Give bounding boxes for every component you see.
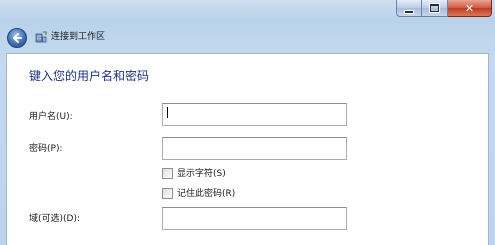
password-label: 密码(P): xyxy=(29,144,63,154)
nav-title: 连接到工作区 xyxy=(51,32,106,42)
remember-password-label: 记住此密码(R) xyxy=(177,188,236,199)
domain-label: 域(可选)(D): xyxy=(29,214,81,224)
username-input[interactable] xyxy=(162,103,347,126)
show-chars-checkbox-row[interactable]: 显示字符(S) xyxy=(162,167,226,180)
caption-buttons: ✕ xyxy=(396,0,492,18)
password-input[interactable] xyxy=(162,137,347,160)
maximize-icon xyxy=(430,4,439,12)
workplace-connection-icon xyxy=(35,31,47,43)
back-button[interactable] xyxy=(7,28,27,48)
minimize-icon xyxy=(405,10,413,13)
close-icon: ✕ xyxy=(464,1,475,15)
username-label: 用户名(U): xyxy=(29,112,73,122)
show-chars-checkbox[interactable] xyxy=(162,168,173,179)
remember-password-checkbox[interactable] xyxy=(162,188,173,199)
back-arrow-icon xyxy=(13,33,22,43)
domain-input[interactable] xyxy=(162,207,347,230)
remember-password-checkbox-row[interactable]: 记住此密码(R) xyxy=(162,187,235,200)
close-button[interactable]: ✕ xyxy=(448,0,492,17)
minimize-button[interactable] xyxy=(396,0,422,17)
page-heading: 键入您的用户名和密码 xyxy=(29,69,150,83)
show-chars-label: 显示字符(S) xyxy=(177,168,226,179)
maximize-button[interactable] xyxy=(422,0,448,17)
text-caret xyxy=(167,107,168,118)
dialog-window: ✕ 连接到工作区 键入您的用户名和密码 用户名(U): 密码(P): 显示字符(… xyxy=(0,0,495,245)
